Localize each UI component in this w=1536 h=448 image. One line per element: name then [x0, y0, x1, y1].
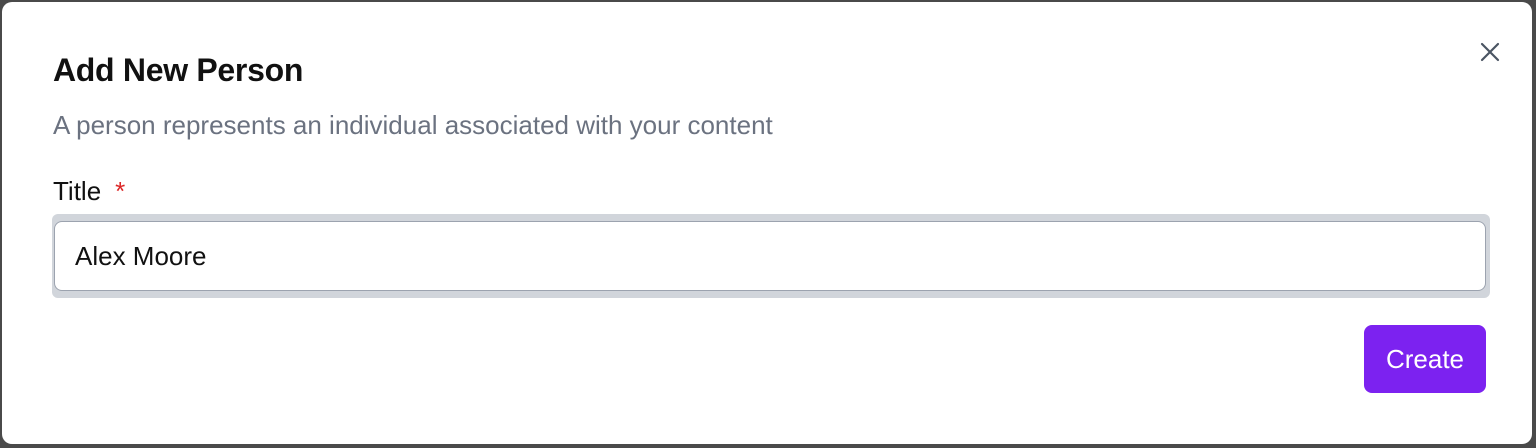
title-label-text: Title [53, 176, 102, 206]
dialog-subtitle: A person represents an individual associ… [53, 110, 773, 140]
required-indicator: * [115, 176, 126, 206]
dialog-title: Add New Person [53, 52, 304, 88]
create-button[interactable]: Create [1364, 325, 1486, 393]
title-input-container [52, 214, 1490, 298]
close-icon [1480, 42, 1500, 62]
add-person-dialog: Add New Person A person represents an in… [2, 2, 1532, 444]
title-input[interactable] [54, 221, 1486, 291]
close-button[interactable] [1474, 36, 1506, 68]
title-field-label: Title * [53, 174, 125, 208]
